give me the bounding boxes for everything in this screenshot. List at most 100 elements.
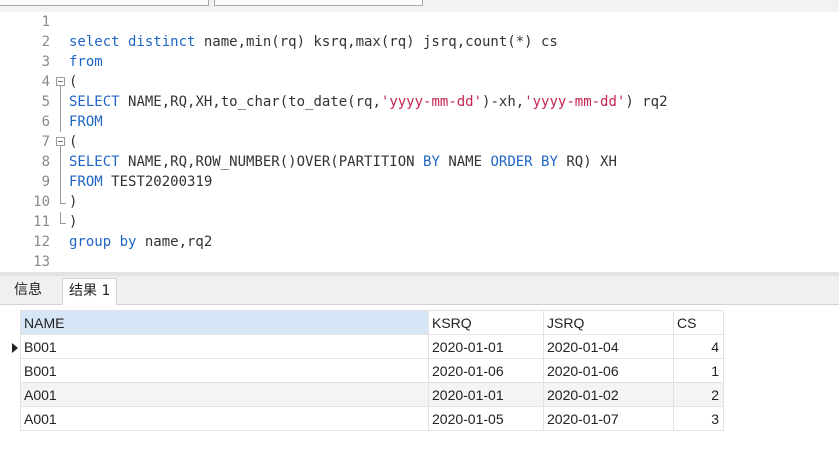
- code-line[interactable]: 13: [0, 252, 839, 272]
- cell-cs[interactable]: 3: [673, 406, 724, 431]
- table-row[interactable]: A001 2020-01-05 2020-01-07 3: [20, 406, 724, 431]
- sql-text: ) rq2: [625, 94, 668, 110]
- fold-guide: [54, 152, 68, 172]
- line-number: 8: [41, 154, 50, 170]
- line-number: 6: [41, 114, 50, 130]
- code-line[interactable]: 12 group by name,rq2: [0, 232, 839, 252]
- code-line[interactable]: 8 SELECT NAME,RQ,ROW_NUMBER()OVER(PARTITI…: [0, 152, 839, 172]
- sql-keyword: from: [69, 54, 103, 70]
- sql-text: RQ) XH: [557, 154, 617, 170]
- toolbar-button-right[interactable]: [214, 0, 423, 6]
- code-line[interactable]: 4(: [0, 72, 839, 92]
- sql-text: (: [69, 134, 78, 150]
- line-number: 3: [41, 54, 50, 70]
- header-row: NAME KSRQ JSRQ CS: [20, 310, 724, 335]
- code-line[interactable]: 3 from: [0, 52, 839, 72]
- column-header-name[interactable]: NAME: [20, 310, 429, 335]
- line-number: 5: [41, 94, 50, 110]
- line-number: 2: [41, 34, 50, 50]
- fold-guide: [54, 172, 68, 192]
- fold-end-marker: [54, 192, 68, 212]
- toolbar-button-left[interactable]: [0, 0, 209, 6]
- fold-gutter: [54, 52, 68, 72]
- sql-keyword: SELECT: [69, 94, 129, 110]
- code-line[interactable]: 7(: [0, 132, 839, 152]
- fold-guide: [54, 112, 68, 132]
- sql-text: NAME: [439, 154, 491, 170]
- fold-gutter: [54, 12, 68, 32]
- code-line[interactable]: 6 FROM: [0, 112, 839, 132]
- cell-ksrq[interactable]: 2020-01-06: [428, 358, 544, 383]
- code-text[interactable]: FROM TEST20200319: [69, 172, 212, 192]
- code-text[interactable]: FROM: [69, 112, 103, 132]
- cell-cs[interactable]: 1: [673, 358, 724, 383]
- code-text[interactable]: ): [69, 192, 77, 212]
- cell-name[interactable]: A001: [20, 382, 429, 407]
- line-number: 1: [41, 14, 50, 30]
- column-header-cs[interactable]: CS: [673, 310, 724, 335]
- sql-keyword: select distinct: [69, 34, 204, 50]
- code-line[interactable]: 11): [0, 212, 839, 232]
- sql-keyword: BY: [423, 154, 440, 170]
- cell-cs[interactable]: 2: [673, 382, 724, 407]
- cell-cs[interactable]: 4: [673, 334, 724, 359]
- column-header-ksrq[interactable]: KSRQ: [428, 310, 544, 335]
- result-table: NAME KSRQ JSRQ CS B001 2020-01-01 2020-0…: [20, 310, 724, 431]
- code-text[interactable]: group by name,rq2: [69, 232, 212, 252]
- column-header-jsrq[interactable]: JSRQ: [543, 310, 674, 335]
- line-number: 9: [41, 174, 50, 190]
- sql-keyword: group by: [69, 234, 145, 250]
- code-text[interactable]: SELECT NAME,RQ,XH,to_char(to_date(rq,'yy…: [69, 92, 668, 112]
- sql-keyword: FROM: [69, 174, 112, 190]
- cell-ksrq[interactable]: 2020-01-05: [428, 406, 544, 431]
- cell-name[interactable]: A001: [20, 406, 429, 431]
- tab-info[interactable]: 信息: [8, 278, 48, 303]
- fold-gutter: [54, 32, 68, 52]
- code-text[interactable]: from: [69, 52, 103, 72]
- sql-text: TEST20200319: [111, 174, 213, 190]
- sql-editor[interactable]: 1 2 select distinct name,min(rq) ksrq,max(…: [0, 12, 839, 272]
- fold-collapse-icon[interactable]: [54, 132, 68, 152]
- result-tabs: 信息 结果 1: [0, 276, 839, 305]
- fold-end-marker: [54, 212, 68, 232]
- sql-text: (: [69, 74, 78, 90]
- code-line[interactable]: 10): [0, 192, 839, 212]
- sql-keyword: SELECT: [69, 154, 129, 170]
- code-text[interactable]: select distinct name,min(rq) ksrq,max(rq…: [69, 32, 558, 52]
- code-line[interactable]: 5 SELECT NAME,RQ,XH,to_char(to_date(rq,'y…: [0, 92, 839, 112]
- table-row[interactable]: A001 2020-01-01 2020-01-02 2: [20, 382, 724, 407]
- cell-jsrq[interactable]: 2020-01-07: [543, 406, 674, 431]
- sql-text: NAME,RQ,ROW_NUMBER()OVER(PARTITION: [128, 154, 424, 170]
- fold-guide: [54, 92, 68, 112]
- sql-text: )-xh,: [482, 94, 525, 110]
- cell-ksrq[interactable]: 2020-01-01: [428, 334, 544, 359]
- cell-ksrq[interactable]: 2020-01-01: [428, 382, 544, 407]
- result-grid[interactable]: NAME KSRQ JSRQ CS B001 2020-01-01 2020-0…: [0, 305, 839, 457]
- sql-string: 'yyyy-mm-dd': [380, 94, 483, 110]
- line-number: 12: [33, 234, 50, 250]
- row-pointer-icon: [12, 343, 18, 353]
- code-text[interactable]: (: [69, 132, 77, 152]
- cell-jsrq[interactable]: 2020-01-06: [543, 358, 674, 383]
- code-line[interactable]: 9 FROM TEST20200319: [0, 172, 839, 192]
- code-text[interactable]: (: [69, 72, 77, 92]
- line-number: 7: [41, 134, 50, 150]
- code-text[interactable]: ): [69, 212, 77, 232]
- fold-collapse-icon[interactable]: [54, 72, 68, 92]
- cell-name[interactable]: B001: [20, 334, 429, 359]
- line-number: 4: [41, 74, 50, 90]
- table-row[interactable]: B001 2020-01-01 2020-01-04 4: [20, 334, 724, 359]
- cell-jsrq[interactable]: 2020-01-02: [543, 382, 674, 407]
- line-number: 13: [33, 254, 50, 270]
- code-text[interactable]: SELECT NAME,RQ,ROW_NUMBER()OVER(PARTITIO…: [69, 152, 617, 172]
- fold-gutter: [54, 252, 68, 272]
- code-line[interactable]: 2 select distinct name,min(rq) ksrq,max(r…: [0, 32, 839, 52]
- cell-name[interactable]: B001: [20, 358, 429, 383]
- table-row[interactable]: B001 2020-01-06 2020-01-06 1: [20, 358, 724, 383]
- tab-result-1[interactable]: 结果 1: [62, 278, 118, 305]
- sql-text: NAME,RQ,XH,to_char(to_date(rq,: [128, 94, 381, 110]
- code-line[interactable]: 1: [0, 12, 839, 32]
- cell-jsrq[interactable]: 2020-01-04: [543, 334, 674, 359]
- line-number: 11: [33, 214, 50, 230]
- sql-keyword: FROM: [69, 114, 103, 130]
